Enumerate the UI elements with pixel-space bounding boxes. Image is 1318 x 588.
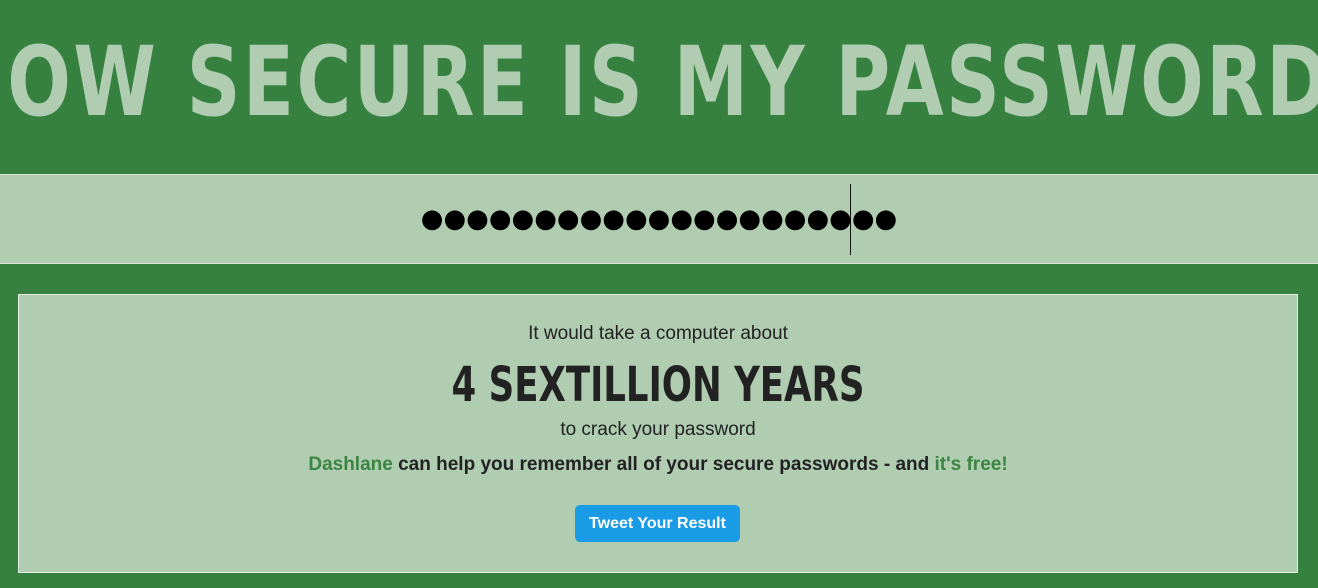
page-title: HOW SECURE IS MY PASSWORD? (0, 26, 1318, 138)
free-link[interactable]: it's free! (935, 454, 1008, 475)
page: HOW SECURE IS MY PASSWORD? It would take… (0, 0, 1318, 588)
text-caret (850, 184, 851, 255)
result-panel: It would take a computer about 4 SEXTILL… (18, 294, 1298, 573)
crack-time-value: 4 SEXTILLION YEARS (451, 357, 865, 413)
password-bar (0, 174, 1318, 264)
crack-time: 4 SEXTILLION YEARS (19, 361, 1297, 409)
result-intro: It would take a computer about (528, 323, 788, 344)
dashlane-link[interactable]: Dashlane (308, 454, 392, 475)
password-input[interactable] (0, 175, 1318, 263)
promo-body: can help you remember all of your secure… (392, 454, 935, 475)
promo-text: Dashlane can help you remember all of yo… (19, 454, 1297, 476)
header: HOW SECURE IS MY PASSWORD? (0, 0, 1318, 174)
result-suffix: to crack your password (560, 419, 756, 440)
tweet-result-button[interactable]: Tweet Your Result (575, 505, 740, 542)
